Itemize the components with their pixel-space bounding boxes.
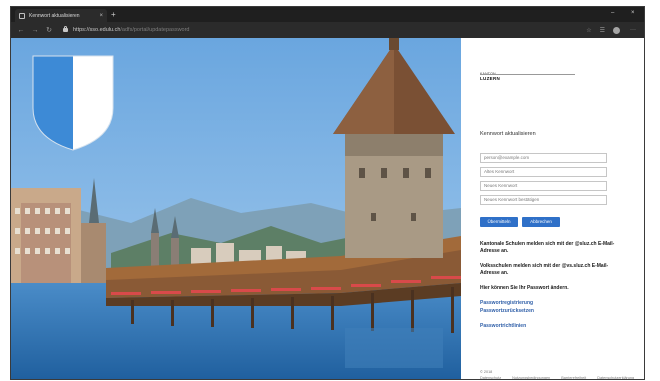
cancel-button[interactable]: Abbrechen (522, 217, 560, 227)
footer-link[interactable]: Datenschutz (480, 376, 501, 379)
url-path: /adfs/portal/updatepassword (120, 27, 190, 33)
address-bar[interactable]: https://sso.edulu.ch/adfs/portal/updatep… (73, 27, 190, 33)
hero-illustration (11, 38, 461, 379)
lucerne-chapel-bridge-image (11, 38, 461, 379)
password-guidelines-link[interactable]: Passwortrichtlinien (480, 323, 526, 329)
lock-icon[interactable] (63, 26, 68, 32)
form-title: Kennwort aktualisieren (480, 131, 536, 137)
logo-line2: LUZERN (480, 76, 501, 81)
info-primary-schools: Volksschulen melden sich mit der @vs.slu… (480, 263, 609, 276)
browser-window: Kennwort aktualisieren × + – × ← → ↻ htt… (10, 6, 645, 380)
confirm-password-field[interactable]: Neues Kennwort bestätigen (480, 195, 607, 205)
submit-button[interactable]: Übermitteln (480, 217, 518, 227)
profile-avatar[interactable] (613, 26, 620, 34)
page-content: KANTON LUZERN Kennwort aktualisieren per… (11, 38, 644, 379)
url-host: https://sso.edulu.ch (73, 27, 121, 33)
canton-crest-icon (32, 55, 114, 151)
footer-link[interactable]: Barrierefreiheit (561, 376, 586, 379)
info-change-password: Hier können Sie Ihr Passwort ändern. (480, 285, 569, 291)
logo-rule (480, 74, 575, 75)
footer-link[interactable]: Datenschutzerklärung (597, 376, 634, 379)
more-menu-icon[interactable]: ··· (630, 27, 636, 33)
address-toolbar: ← → ↻ https://sso.edulu.ch/adfs/portal/u… (11, 22, 644, 38)
info-cantonal-schools: Kantonale Schulen melden sich mit der @s… (480, 241, 615, 254)
tab-close-icon[interactable]: × (99, 13, 103, 19)
browser-tab[interactable]: Kennwort aktualisieren × (15, 9, 107, 22)
password-registration-link[interactable]: Passwortregistrierung (480, 300, 533, 306)
login-panel: KANTON LUZERN Kennwort aktualisieren per… (461, 38, 644, 379)
minimize-button[interactable]: – (611, 8, 614, 18)
footer-links: Datenschutz Nutzungsbedingungen Barriere… (480, 376, 644, 379)
favorites-list-icon[interactable]: ☰ (600, 27, 605, 34)
close-window-button[interactable]: × (631, 8, 635, 18)
footer-link[interactable]: Nutzungsbedingungen (512, 376, 550, 379)
tab-strip: Kennwort aktualisieren × + – × (11, 7, 644, 22)
new-tab-button[interactable]: + (111, 9, 116, 20)
password-reset-link[interactable]: Passwortzurücksetzen (480, 308, 534, 314)
refresh-icon[interactable]: ↻ (45, 26, 53, 34)
favorite-star-icon[interactable]: ☆ (586, 27, 591, 34)
canton-logo: KANTON LUZERN (480, 72, 575, 84)
page-icon (19, 12, 25, 19)
old-password-field[interactable]: Altes Kennwort (480, 167, 607, 177)
footer-copyright: © 2018 (480, 370, 493, 374)
forward-icon[interactable]: → (31, 27, 39, 34)
new-password-field[interactable]: Neues Kennwort (480, 181, 607, 191)
back-icon[interactable]: ← (17, 27, 25, 34)
tab-title: Kennwort aktualisieren (29, 12, 80, 19)
username-field[interactable]: person@example.com (480, 153, 607, 163)
